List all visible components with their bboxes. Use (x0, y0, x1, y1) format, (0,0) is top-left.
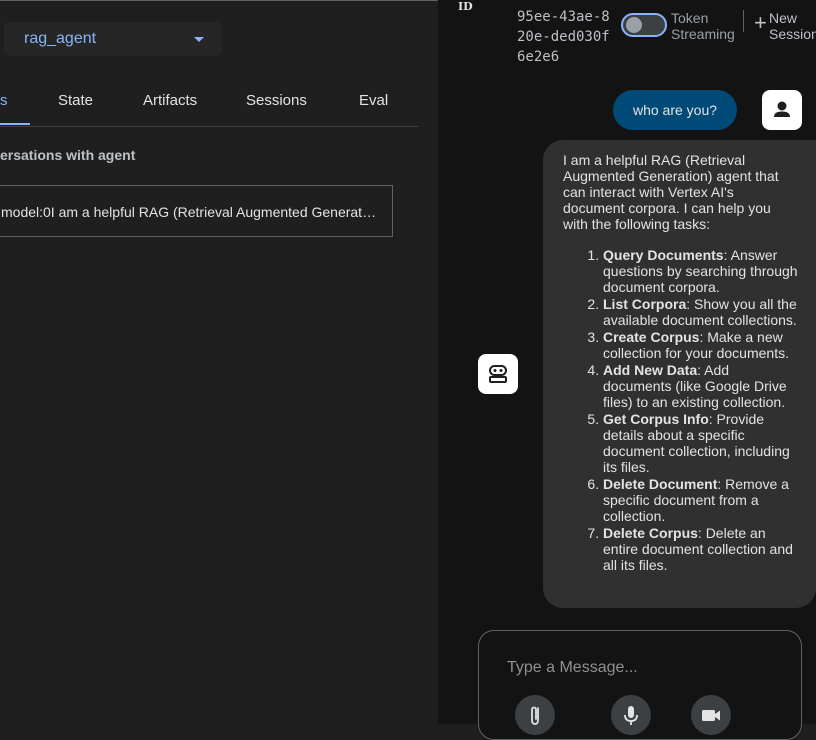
top-divider (0, 0, 438, 1)
header-divider (743, 10, 744, 32)
task-name: Delete Document (603, 476, 718, 492)
message-input[interactable] (505, 656, 769, 680)
microphone-button[interactable] (611, 695, 651, 735)
video-button[interactable] (691, 695, 731, 735)
bot-task-list: Query Documents: Answer questions by sea… (563, 247, 798, 573)
person-icon (774, 101, 790, 117)
attach-button[interactable] (515, 695, 555, 735)
token-streaming-toggle[interactable] (621, 13, 667, 37)
task-name: List Corpora (603, 296, 687, 312)
task-item: Create Corpus: Make a new collection for… (603, 329, 798, 361)
user-avatar (762, 90, 802, 130)
plus-icon: + (754, 10, 767, 35)
tab-artifacts[interactable]: Artifacts (143, 92, 197, 109)
bot-intro-text: I am a helpful RAG (Retrieval Augmented … (563, 152, 779, 232)
task-item: Query Documents: Answer questions by sea… (603, 247, 798, 295)
bot-avatar (478, 354, 518, 394)
task-item: Delete Document: Remove a specific docum… (603, 476, 798, 524)
new-session-label: New Session (769, 10, 816, 42)
paperclip-icon (531, 706, 539, 725)
agent-select-value: rag_agent (24, 30, 97, 47)
left-panel: rag_agent s State Artifacts Sessions Eva… (0, 0, 438, 724)
active-tab-indicator (0, 123, 30, 125)
session-preview-text: model:0I am a helpful RAG (Retrieval Aug… (1, 204, 377, 220)
tab-eval[interactable]: Eval (359, 92, 388, 109)
task-name: Create Corpus (603, 329, 700, 345)
task-item: Add New Data: Add documents (like Google… (603, 362, 798, 410)
agent-select[interactable]: rag_agent (4, 22, 222, 56)
tab-events[interactable]: s (0, 92, 8, 109)
side-tabs: s State Artifacts Sessions Eval (0, 84, 418, 127)
chat-panel: ID 95ee-43ae-820e-ded030f6e2e6 Token Str… (438, 0, 816, 740)
token-streaming-label: Token Streaming (671, 10, 735, 42)
chevron-down-icon (194, 37, 204, 42)
sessions-heading: ersations with agent (0, 147, 136, 163)
task-name: Query Documents (603, 247, 724, 263)
task-name: Get Corpus Info (603, 411, 709, 427)
robot-icon (489, 365, 507, 383)
tab-sessions[interactable]: Sessions (246, 92, 307, 109)
video-camera-icon (702, 710, 720, 721)
task-name: Delete Corpus (603, 525, 698, 541)
session-list-item[interactable]: model:0I am a helpful RAG (Retrieval Aug… (0, 185, 393, 237)
task-item: List Corpora: Show you all the available… (603, 296, 798, 328)
toggle-knob (626, 17, 642, 33)
task-item: Delete Corpus: Delete an entire document… (603, 525, 798, 573)
bot-message-bubble: I am a helpful RAG (Retrieval Augmented … (543, 140, 816, 608)
user-message-bubble: who are you? (613, 90, 737, 130)
task-name: Add New Data (603, 362, 698, 378)
microphone-icon (624, 706, 638, 725)
session-id-value: 95ee-43ae-820e-ded030f6e2e6 (517, 9, 610, 65)
session-id-label: ID (458, 0, 473, 13)
task-item: Get Corpus Info: Provide details about a… (603, 411, 798, 475)
tab-state[interactable]: State (58, 92, 93, 109)
